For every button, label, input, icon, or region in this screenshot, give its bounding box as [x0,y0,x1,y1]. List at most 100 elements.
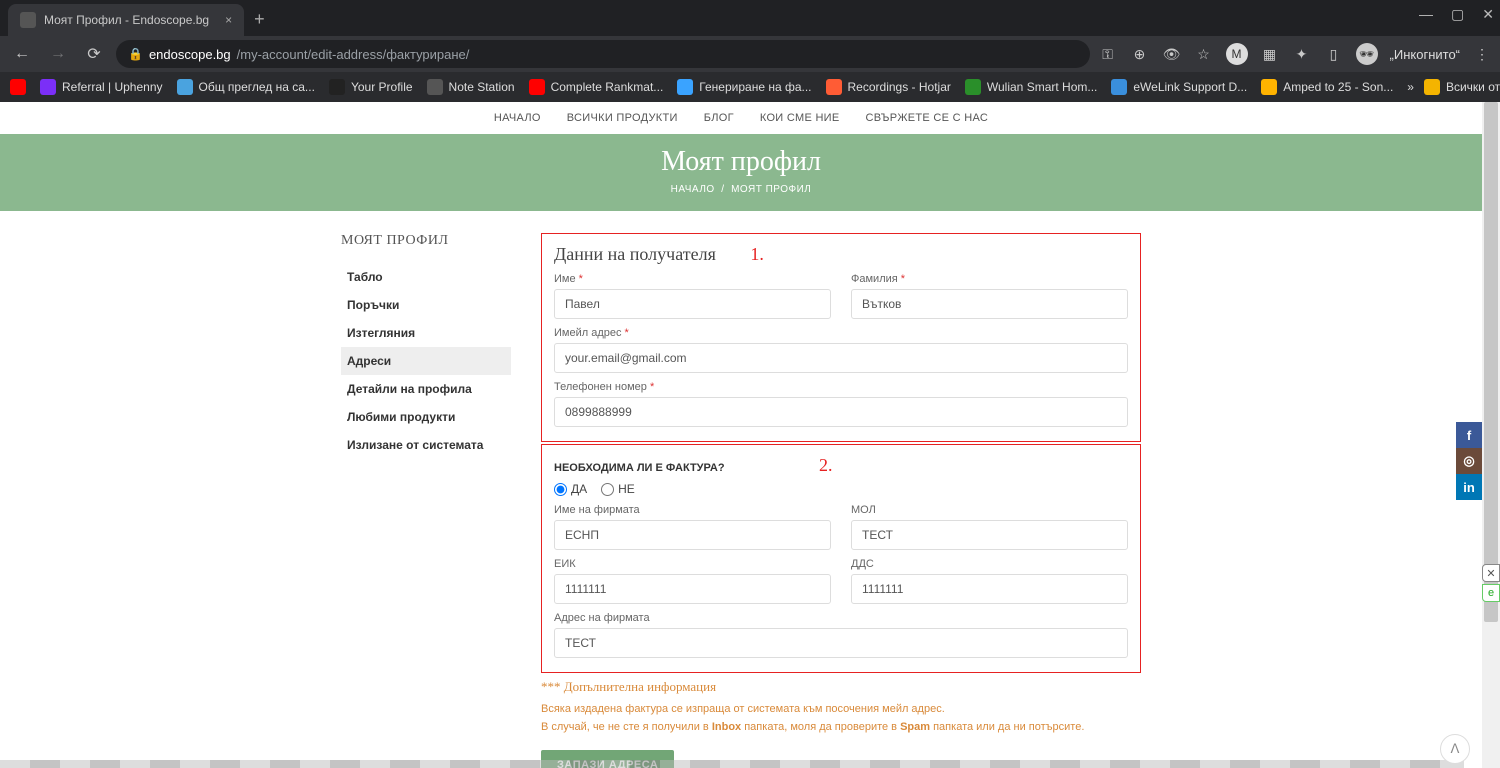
vat-label: ДДС [851,558,1128,570]
eik-input[interactable] [554,574,831,604]
window-maximize-icon[interactable]: ▢ [1451,6,1464,23]
info-note-heading: *** Допълнителна информация [541,679,1141,695]
window-close-icon[interactable]: ✕ [1482,6,1494,23]
bookmark-favicon [1261,79,1277,95]
breadcrumb-current: МОЯТ ПРОФИЛ [731,184,811,195]
vat-input[interactable] [851,574,1128,604]
sidepanel-icon[interactable]: ▯ [1324,44,1344,64]
bookmark-item[interactable]: Amped to 25 - Son... [1261,79,1393,95]
bookmark-favicon [329,79,345,95]
sidebar-item[interactable]: Излизане от системата [341,431,511,459]
bookmark-favicon [40,79,56,95]
widget-icon[interactable]: e [1482,584,1500,602]
company-name-input[interactable] [554,520,831,550]
invoice-question: НЕОБХОДИМА ЛИ Е ФАКТУРА? [554,462,725,474]
invoice-no-radio[interactable] [601,483,614,496]
mol-input[interactable] [851,520,1128,550]
info-note-body: Всяка издадена фактура се изпраща от сис… [541,701,1141,736]
sidebar-item[interactable]: Любими продукти [341,403,511,431]
bookmark-item[interactable]: Complete Rankmat... [529,79,664,95]
nav-forward-icon[interactable]: → [44,40,72,68]
url-domain: endoscope.bg [149,47,231,62]
breadcrumb-home[interactable]: НАЧАЛО [671,184,715,195]
all-bookmarks[interactable]: Всички отметки [1424,79,1500,95]
address-bar[interactable]: 🔒 endoscope.bg/my-account/edit-address/ф… [116,40,1090,68]
instagram-icon[interactable]: ◎ [1456,448,1482,474]
nav-link[interactable]: БЛОГ [704,112,734,124]
nav-reload-icon[interactable]: ⟳ [80,40,108,68]
phone-input[interactable] [554,397,1128,427]
window-minimize-icon[interactable]: — [1419,6,1433,23]
bookmark-item[interactable]: Wulian Smart Hom... [965,79,1097,95]
bookmark-favicon [427,79,443,95]
section1-marker: 1. [750,244,764,264]
bookmark-favicon [177,79,193,95]
bookmark-item[interactable]: Your Profile [329,79,413,95]
accessibility-widget[interactable]: ✕ e [1478,564,1500,604]
scroll-top-button[interactable]: ᐱ [1440,734,1470,764]
invoice-yes-option[interactable]: ДА [554,482,587,496]
email-input[interactable] [554,343,1128,373]
invoice-no-option[interactable]: НЕ [601,482,635,496]
zoom-icon[interactable]: ⊕ [1130,44,1150,64]
nav-link[interactable]: НАЧАЛО [494,112,541,124]
bookmark-item[interactable]: Referral | Uphenny [40,79,163,95]
scrollbar[interactable] [1482,102,1500,768]
key-icon[interactable]: ⚿ [1098,44,1118,64]
bookmark-item[interactable]: Генериране на фа... [677,79,811,95]
bookmark-item[interactable]: Recordings - Hotjar [826,79,951,95]
bookmarks-overflow-icon[interactable]: » [1407,80,1414,94]
sidebar-item[interactable]: Изтегляния [341,319,511,347]
extensions-icon[interactable]: ✦ [1292,44,1312,64]
last-name-label: Фамилия * [851,273,1128,285]
url-path: /my-account/edit-address/фактуриране/ [237,47,470,62]
nav-link[interactable]: ВСИЧКИ ПРОДУКТИ [567,112,678,124]
bookmark-favicon [677,79,693,95]
footer-image-strip [0,760,1464,768]
tab-close-icon[interactable]: × [225,13,232,27]
company-address-label: Адрес на фирмата [554,612,1128,624]
bookmarks-bar: Referral | Uphenny Общ преглед на са... Yo… [0,72,1500,102]
invoice-section: НЕОБХОДИМА ЛИ Е ФАКТУРА? 2. ДА НЕ Име на… [541,444,1141,673]
nav-link[interactable]: КОИ СМЕ НИЕ [760,112,840,124]
page-title: Моят профил [0,146,1482,178]
eye-off-icon[interactable]: 👁 [1162,44,1182,64]
facebook-icon[interactable]: f [1456,422,1482,448]
bookmark-favicon [965,79,981,95]
recipient-section: Данни на получателя 1. Име * Фамилия * [541,233,1141,442]
sidebar-item[interactable]: Поръчки [341,291,511,319]
bookmark-favicon [10,79,26,95]
first-name-input[interactable] [554,289,831,319]
company-address-input[interactable] [554,628,1128,658]
linkedin-icon[interactable]: in [1456,474,1482,500]
last-name-input[interactable] [851,289,1128,319]
widget-close-icon[interactable]: ✕ [1482,564,1500,582]
first-name-label: Име * [554,273,831,285]
bookmark-item[interactable]: Общ преглед на са... [177,79,315,95]
incognito-icon[interactable]: 🕶 [1356,43,1378,65]
bookmark-favicon [529,79,545,95]
nav-back-icon[interactable]: ← [8,40,36,68]
social-float: f ◎ in [1456,422,1482,500]
bookmark-item[interactable]: Note Station [427,79,515,95]
menu-icon[interactable]: ⋮ [1472,44,1492,64]
phone-label: Телефонен номер * [554,381,1128,393]
sidebar-item[interactable]: Адреси [341,347,511,375]
sidebar-item[interactable]: Табло [341,263,511,291]
bookmark-item[interactable]: eWeLink Support D... [1111,79,1247,95]
scrollbar-thumb[interactable] [1484,102,1498,622]
new-tab-button[interactable]: + [244,3,275,36]
breadcrumb: НАЧАЛО / МОЯТ ПРОФИЛ [0,184,1482,195]
eik-label: ЕИК [554,558,831,570]
invoice-yes-radio[interactable] [554,483,567,496]
ext1-icon[interactable]: ▦ [1260,44,1280,64]
sidebar-item[interactable]: Детайли на профила [341,375,511,403]
star-icon[interactable]: ☆ [1194,44,1214,64]
bookmark-item[interactable] [10,79,26,95]
nav-link[interactable]: СВЪРЖЕТЕ СЕ С НАС [866,112,989,124]
profile-avatar[interactable]: M [1226,43,1248,65]
email-label: Имейл адрес * [554,327,1128,339]
tab-title: Моят Профил - Endoscope.bg [44,13,209,27]
bookmark-favicon [1111,79,1127,95]
browser-tab[interactable]: Моят Профил - Endoscope.bg × [8,4,244,36]
